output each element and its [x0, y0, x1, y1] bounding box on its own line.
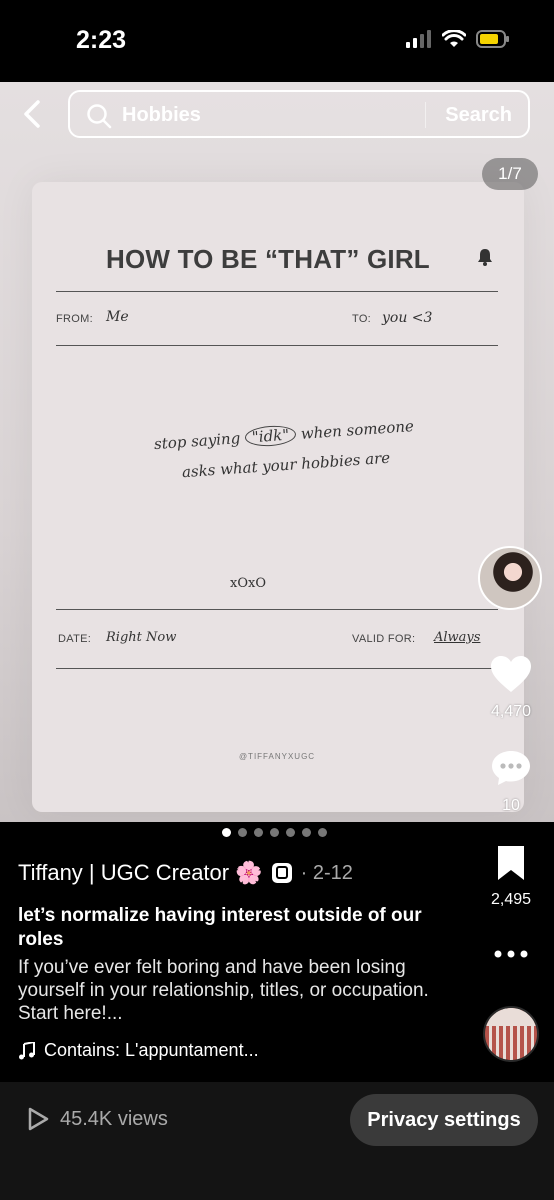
caption-title: let’s normalize having interest outside … [18, 905, 422, 950]
image-pagination [222, 828, 327, 837]
valid-label: VALID FOR: [352, 633, 416, 645]
sound-thumbnail[interactable] [483, 1006, 539, 1062]
music-label: Contains: L'appuntament... [44, 1040, 259, 1060]
to-label: TO: [352, 313, 372, 325]
wifi-icon [442, 30, 466, 47]
from-value: Me [106, 309, 129, 325]
card-divider [56, 345, 498, 346]
like-count: 4,470 [490, 703, 532, 720]
search-divider [425, 102, 426, 128]
heart-icon [491, 656, 531, 692]
search-icon [87, 104, 112, 129]
to-value: you <3 [382, 310, 433, 326]
comment-button[interactable]: 10 [476, 748, 546, 815]
pagination-dot [254, 828, 263, 837]
date-value: Right Now [106, 630, 177, 645]
note-card [32, 182, 524, 812]
caption-body[interactable]: If you’ve ever felt boring and have been… [18, 956, 438, 1025]
search-button[interactable]: Search [445, 104, 512, 127]
author-row: Tiffany | UGC Creator 🌸 · 2-12 [18, 860, 353, 886]
pagination-dot-active [222, 828, 231, 837]
privacy-settings-button[interactable]: Privacy settings [350, 1094, 538, 1146]
signoff: xOxO [230, 576, 266, 591]
more-icon[interactable] [492, 948, 530, 960]
author-name[interactable]: Tiffany | UGC Creator 🌸 [18, 860, 263, 886]
battery-icon [476, 30, 509, 48]
views-count: 45.4K views [60, 1107, 168, 1130]
pagination-dot [302, 828, 311, 837]
date-label: DATE: [58, 633, 92, 645]
signal-icon [406, 30, 431, 48]
image-credit: @TIFFANYXUGC [238, 752, 316, 761]
card-divider [56, 609, 498, 610]
comment-icon [492, 751, 530, 785]
card-divider [56, 291, 498, 292]
bookmark-icon [498, 846, 524, 880]
status-time: 2:23 [76, 26, 127, 54]
music-note-icon [19, 1041, 35, 1059]
repost-icon [271, 863, 292, 883]
pagination-dot [270, 828, 279, 837]
status-icons [406, 30, 510, 48]
message-circled-word: "idk" [244, 424, 297, 448]
comment-count: 10 [502, 797, 520, 814]
bell-icon [478, 249, 492, 266]
views-row: 45.4K views [26, 1106, 168, 1132]
save-button[interactable]: 2,495 [476, 844, 546, 909]
search-input[interactable]: Hobbies [122, 104, 201, 127]
music-row[interactable]: Contains: L'appuntament... [18, 1040, 259, 1061]
message-text: stop saying [153, 428, 246, 454]
message-text: when someone asks what your hobbies are [181, 416, 415, 482]
post-date: · 2-12 [300, 861, 353, 884]
card-title: HOW TO BE “THAT” GIRL [106, 244, 430, 274]
save-count: 2,495 [490, 891, 532, 908]
status-bar: 2:23 [0, 0, 554, 82]
search-bar[interactable]: Hobbies Search [68, 90, 530, 138]
valid-value: Always [434, 630, 481, 645]
back-icon[interactable] [16, 96, 52, 132]
pagination-dot [286, 828, 295, 837]
image-counter: 1/7 [482, 158, 538, 190]
sound-thumbnail-label [485, 1008, 537, 1026]
creator-avatar[interactable] [478, 546, 542, 610]
pagination-dot [318, 828, 327, 837]
card-divider [56, 668, 498, 669]
pagination-dot [238, 828, 247, 837]
from-label: FROM: [56, 313, 93, 325]
play-icon [28, 1107, 49, 1131]
like-button[interactable]: 4,470 [476, 654, 546, 721]
